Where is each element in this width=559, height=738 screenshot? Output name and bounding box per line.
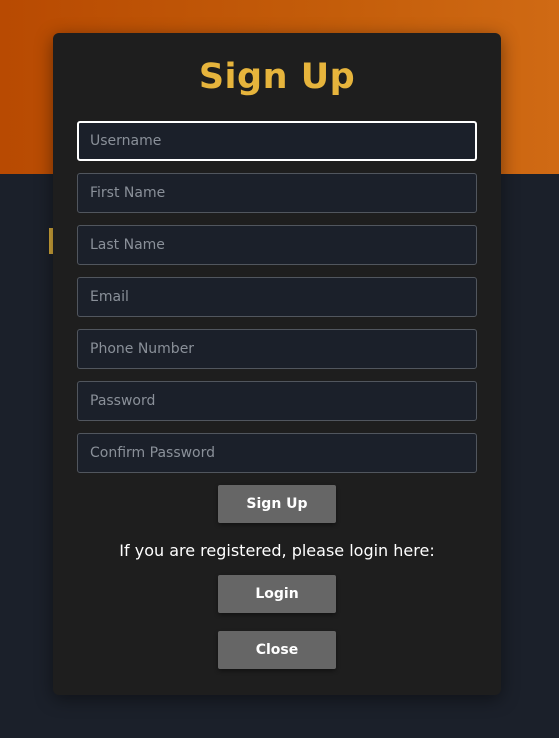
first-name-input[interactable] bbox=[77, 173, 477, 213]
confirm-password-input[interactable] bbox=[77, 433, 477, 473]
login-button[interactable]: Login bbox=[218, 575, 336, 613]
phone-input[interactable] bbox=[77, 329, 477, 369]
close-button[interactable]: Close bbox=[218, 631, 336, 669]
password-input[interactable] bbox=[77, 381, 477, 421]
last-name-input[interactable] bbox=[77, 225, 477, 265]
modal-title: Sign Up bbox=[198, 57, 356, 97]
signup-button[interactable]: Sign Up bbox=[218, 485, 336, 523]
login-prompt: If you are registered, please login here… bbox=[119, 541, 435, 560]
signup-modal: Sign Up Sign Up If you are registered, p… bbox=[53, 33, 501, 695]
email-input[interactable] bbox=[77, 277, 477, 317]
username-input[interactable] bbox=[77, 121, 477, 161]
